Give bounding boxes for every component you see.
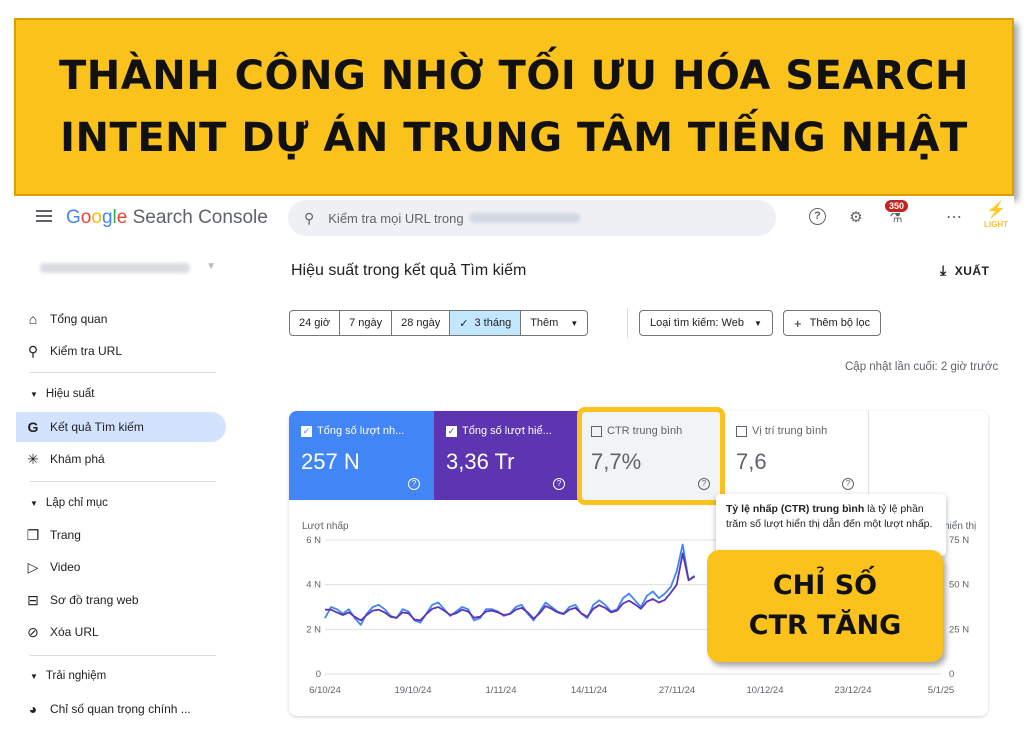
ctr-tooltip: Tỷ lệ nhấp (CTR) trung bình là tỷ lệ phầ… — [716, 494, 946, 556]
callout-line-2: CTR TĂNG — [748, 610, 902, 641]
ctr-increase-callout: CHỈ SỐ CTR TĂNG — [707, 550, 943, 662]
tooltip-bold: Tỷ lệ nhấp (CTR) trung bình — [726, 503, 865, 515]
callout-line-1: CHỈ SỐ — [772, 570, 878, 601]
